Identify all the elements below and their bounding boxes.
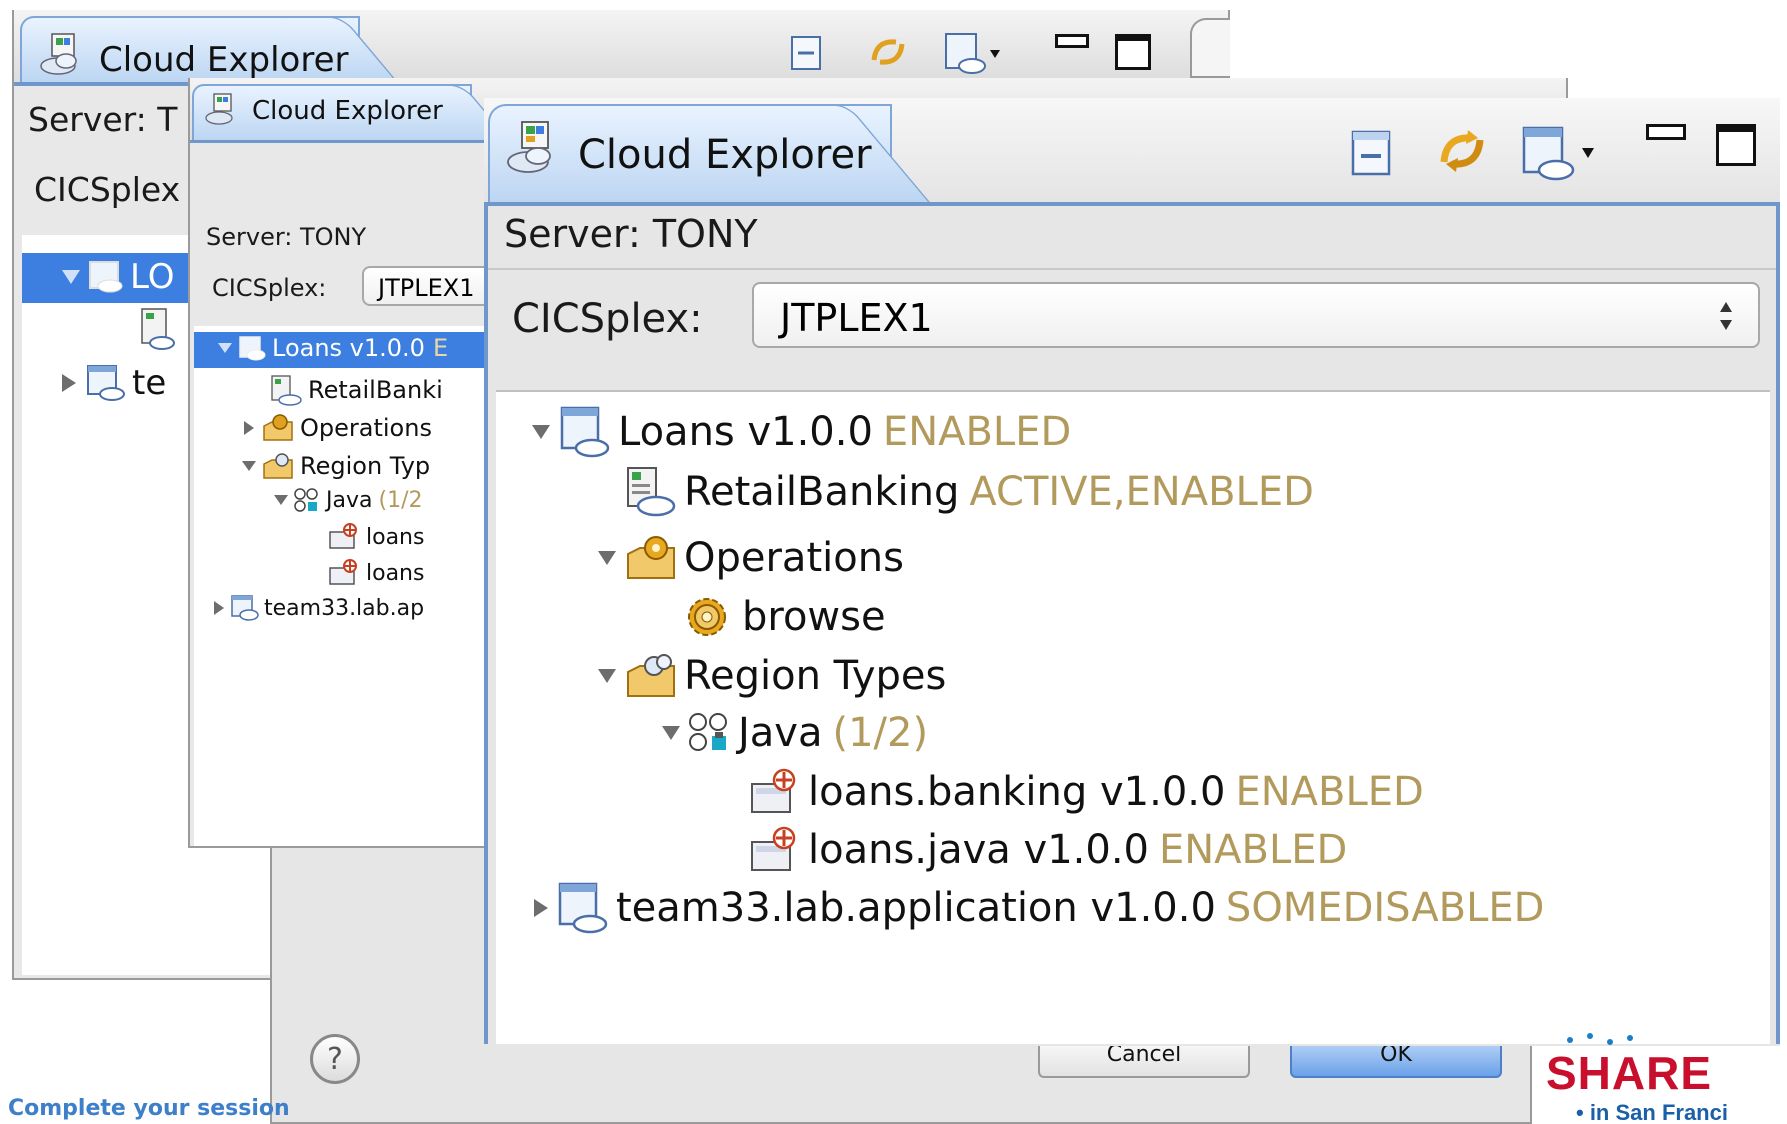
expand-toggle[interactable]: [532, 425, 550, 439]
tree-row-retailbanking[interactable]: RetailBanking ACTIVE,ENABLED: [624, 466, 1314, 518]
application-icon: [230, 594, 260, 622]
java-regions-icon: [292, 486, 322, 514]
back-view-menu-icon[interactable]: [944, 32, 1014, 76]
region-types-icon: [262, 450, 296, 482]
application-icon: [558, 882, 608, 934]
view-menu-icon[interactable]: [1520, 124, 1610, 182]
collapse-all-icon[interactable]: [1349, 128, 1399, 180]
refresh-icon[interactable]: [1434, 122, 1490, 180]
application-icon: [560, 406, 610, 458]
cicsplex-label: CICSplex:: [512, 296, 703, 342]
minimize-icon[interactable]: [1646, 124, 1686, 140]
footer-caption: Complete your session: [8, 1096, 290, 1121]
middle-tree-row[interactable]: Java (1/2: [274, 486, 422, 514]
middle-tree-row[interactable]: loans: [328, 558, 424, 588]
back-bundle-icon: [140, 307, 176, 351]
tree-row-team33[interactable]: team33.lab.application v1.0.0 SOMEDISABLE…: [534, 882, 1544, 934]
expand-toggle[interactable]: [534, 899, 548, 917]
tree-row-java[interactable]: Java (1/2): [662, 710, 928, 756]
gear-icon: [684, 594, 730, 640]
share-logo: SHARE • in San Franci: [1540, 1030, 1787, 1124]
tree-row-operations[interactable]: Operations: [598, 532, 904, 584]
cloud-explorer-icon: [38, 32, 86, 76]
tree-row-loans-banking[interactable]: loans.banking v1.0.0 ENABLED: [748, 766, 1424, 818]
bundle-part-icon: [328, 558, 362, 588]
bundle-part-icon: [748, 766, 804, 818]
region-types-icon: [624, 650, 680, 702]
middle-cicsplex-label: CICSplex:: [212, 274, 327, 302]
back-second-tab[interactable]: [1190, 18, 1230, 78]
maximize-icon[interactable]: [1716, 124, 1756, 166]
help-button[interactable]: ?: [310, 1034, 360, 1084]
middle-server-label: Server: TONY: [206, 223, 367, 251]
back-minimize-icon[interactable]: [1055, 34, 1089, 48]
middle-tree-row[interactable]: RetailBanki: [270, 374, 443, 406]
middle-tree-row[interactable]: Loans v1.0.0 E: [218, 334, 448, 362]
bundle-part-icon: [748, 824, 804, 876]
application-icon: [238, 335, 266, 361]
select-arrows-icon: [1718, 298, 1734, 334]
middle-tab-title: Cloud Explorer: [252, 96, 443, 126]
java-regions-icon: [686, 710, 734, 756]
back-tree-row[interactable]: te: [62, 363, 166, 403]
cicsplex-select[interactable]: JTPLEX1: [752, 282, 1760, 348]
cloud-explorer-icon: [506, 120, 562, 174]
tree-view: Loans v1.0.0 ENABLED RetailBanking ACTIVE,…: [496, 390, 1770, 1044]
back-server-label: Server: T: [28, 100, 178, 139]
application-icon: [88, 260, 124, 294]
bundle-icon: [624, 466, 678, 518]
operations-icon: [262, 412, 296, 444]
middle-tree-row[interactable]: loans: [328, 522, 424, 552]
application-icon: [86, 364, 126, 402]
middle-tree-row[interactable]: team33.lab.ap: [214, 594, 424, 622]
bundle-icon: [270, 374, 304, 406]
tree-row-loans-java[interactable]: loans.java v1.0.0 ENABLED: [748, 824, 1347, 876]
bundle-part-icon: [328, 522, 362, 552]
front-explorer-window: Cloud Explorer Server: TONY CICSplex: JT…: [484, 98, 1780, 1046]
tree-row-browse[interactable]: browse: [684, 594, 886, 640]
middle-tree-row[interactable]: Region Typ: [242, 450, 430, 482]
expand-toggle[interactable]: [662, 726, 680, 740]
back-maximize-icon[interactable]: [1115, 34, 1151, 70]
server-label: Server: TONY: [504, 212, 758, 256]
cloud-explorer-icon: [204, 92, 240, 126]
expand-toggle[interactable]: [598, 551, 616, 565]
middle-tree-row[interactable]: Operations: [244, 412, 432, 444]
back-collapse-all-icon[interactable]: [790, 35, 830, 75]
operations-icon: [624, 532, 680, 584]
expand-toggle[interactable]: [598, 669, 616, 683]
back-tree-row[interactable]: LO: [62, 257, 175, 297]
tree-row-region-types[interactable]: Region Types: [598, 650, 946, 702]
back-refresh-icon[interactable]: [866, 30, 910, 74]
front-tab-title: Cloud Explorer: [578, 132, 872, 178]
back-cicsplex-label: CICSplex: [34, 170, 181, 209]
back-tab-title: Cloud Explorer: [99, 40, 349, 80]
tree-row-loans[interactable]: Loans v1.0.0 ENABLED: [532, 406, 1071, 458]
